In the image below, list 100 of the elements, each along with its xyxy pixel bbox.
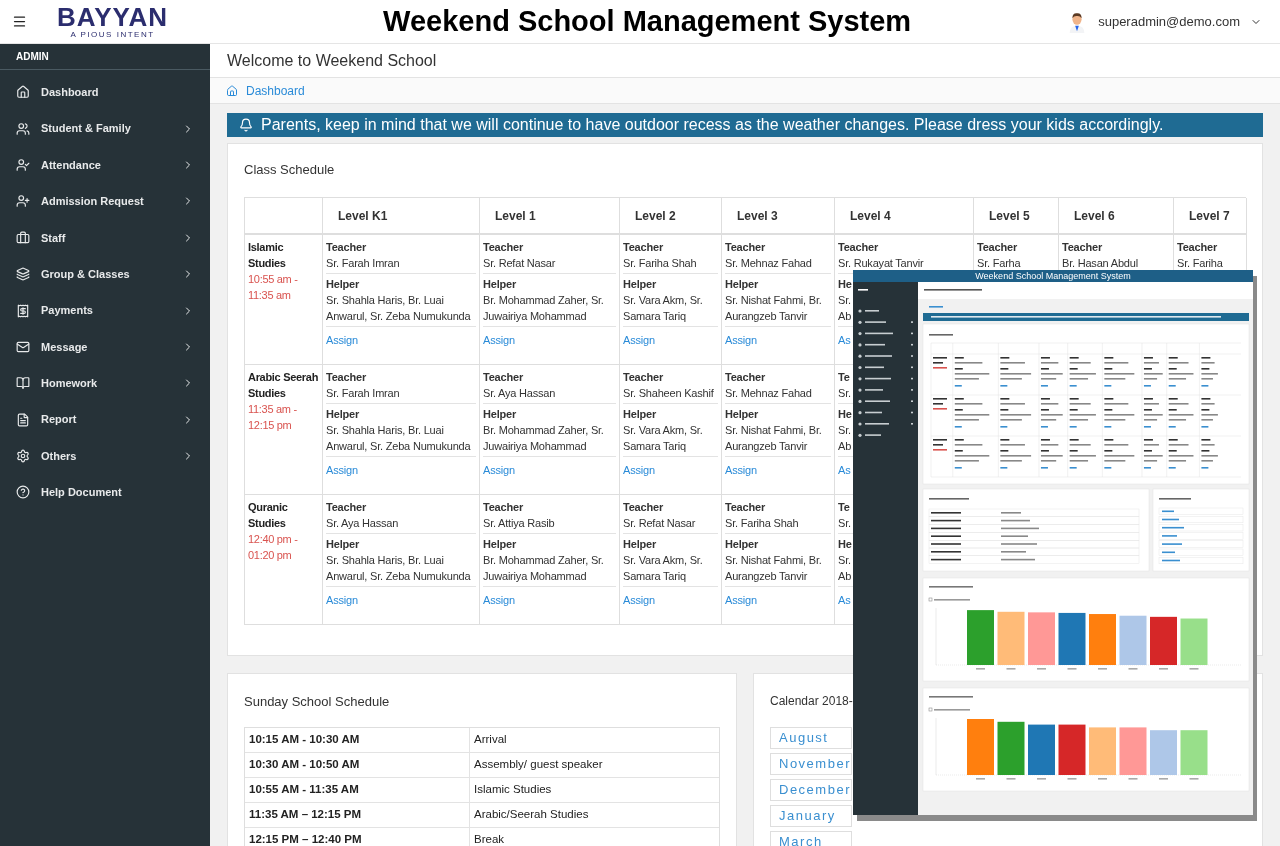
helper-names: Anwarul, Sr. Zeba Numukunda bbox=[326, 439, 472, 454]
teacher-name: Sr. Fariha Shah bbox=[623, 256, 698, 271]
schedule-activity: Break bbox=[473, 832, 506, 846]
sidebar-item-label: Student & Family bbox=[41, 121, 132, 137]
sidebar-item[interactable]: Report bbox=[0, 401, 210, 438]
column-header: Level 3 bbox=[722, 198, 835, 235]
user-menu[interactable]: superadmin@demo.com bbox=[1066, 9, 1262, 34]
sidebar-item-label: Message bbox=[41, 339, 89, 355]
sidebar-item-label: Homework bbox=[41, 376, 99, 392]
calendar-month[interactable]: November bbox=[770, 753, 852, 775]
card-title: Calendar 2018- bbox=[770, 693, 853, 710]
person-plus-icon bbox=[16, 194, 30, 209]
app-title: Weekend School Management System bbox=[975, 271, 1131, 281]
helper-names: Samara Tariq bbox=[623, 439, 687, 454]
column-header: Level 5 bbox=[974, 198, 1059, 235]
sidebar-item-label: Staff bbox=[41, 230, 67, 246]
teacher-label: Teacher bbox=[326, 500, 367, 515]
helper-label: Helper bbox=[326, 537, 361, 552]
helper-names: Samara Tariq bbox=[623, 309, 687, 324]
home-icon bbox=[226, 84, 238, 97]
assign-link[interactable]: Assign bbox=[483, 332, 515, 348]
sidebar-item[interactable]: Message bbox=[0, 328, 210, 366]
helper-names: Sr. Shahla Haris, Br. Luai bbox=[326, 293, 445, 308]
teacher-label: Te bbox=[838, 370, 851, 385]
class-time: 12:40 pm - bbox=[248, 532, 299, 547]
sidebar-item[interactable]: Dashboard bbox=[0, 74, 210, 111]
teacher-label: Teacher bbox=[725, 240, 766, 255]
subject-name: Studies bbox=[248, 386, 287, 401]
sidebar-item[interactable]: Others bbox=[0, 437, 210, 475]
teacher-name: Sr. Refat Nasar bbox=[623, 516, 697, 531]
helper-names: Sr. Shahla Haris, Br. Luai bbox=[326, 423, 445, 438]
assign-link[interactable]: Assign bbox=[483, 462, 515, 478]
assign-link[interactable]: Assign bbox=[326, 332, 358, 348]
sidebar-item[interactable]: Help Document bbox=[0, 474, 210, 511]
assign-link[interactable]: Assign bbox=[483, 592, 515, 608]
teacher-name: Sr. Farah Imran bbox=[326, 386, 401, 401]
teacher-label: Teacher bbox=[623, 500, 664, 515]
sidebar-item[interactable]: Homework bbox=[0, 365, 210, 402]
teacher-label: Teacher bbox=[623, 240, 664, 255]
helper-names: Juwairiya Mohammad bbox=[483, 569, 588, 584]
helper-names: Br. Mohammad Zaher, Sr. bbox=[483, 553, 605, 568]
assign-link[interactable]: Assign bbox=[326, 592, 358, 608]
class-time: 10:55 am - bbox=[248, 272, 299, 287]
teacher-name: Sr. Aya Hassan bbox=[326, 516, 400, 531]
helper-names: Ab bbox=[838, 309, 853, 324]
sidebar-item-label: Payments bbox=[41, 303, 94, 319]
sidebar-item[interactable]: Group & Classes bbox=[0, 255, 210, 293]
assign-link[interactable]: As bbox=[838, 462, 851, 478]
assign-link[interactable]: As bbox=[838, 592, 851, 608]
assign-link[interactable]: Assign bbox=[623, 462, 655, 478]
helper-names: Aurangzeb Tanvir bbox=[725, 439, 809, 454]
helper-names: Ab bbox=[838, 439, 853, 454]
sidebar-item[interactable]: Admission Request bbox=[0, 183, 210, 220]
teacher-label: Teacher bbox=[725, 500, 766, 515]
helper-names: Ab bbox=[838, 569, 853, 584]
helper-label: Helper bbox=[725, 407, 760, 422]
calendar-month[interactable]: December bbox=[770, 779, 852, 801]
subject-name: Arabic Seerah bbox=[248, 370, 320, 385]
schedule-activity: Islamic Studies bbox=[473, 782, 553, 798]
page-title: Welcome to Weekend School bbox=[227, 50, 437, 71]
helper-label: He bbox=[838, 407, 853, 422]
class-time: 01:20 pm bbox=[248, 548, 293, 563]
helper-names: Aurangzeb Tanvir bbox=[725, 309, 809, 324]
teacher-label: Teacher bbox=[1177, 240, 1218, 255]
assign-link[interactable]: Assign bbox=[725, 332, 757, 348]
teacher-label: Teacher bbox=[838, 240, 879, 255]
assign-link[interactable]: Assign bbox=[326, 462, 358, 478]
assign-link[interactable]: Assign bbox=[623, 332, 655, 348]
assign-link[interactable]: Assign bbox=[725, 592, 757, 608]
assign-link[interactable]: As bbox=[838, 332, 851, 348]
column-header: Level K1 bbox=[323, 198, 480, 235]
subject-name: Studies bbox=[248, 256, 287, 271]
helper-names: Sr. Nishat Fahmi, Br. bbox=[725, 553, 823, 568]
menu-icon[interactable] bbox=[12, 14, 27, 29]
sidebar-item[interactable]: Attendance bbox=[0, 146, 210, 184]
class-time: 12:15 pm bbox=[248, 418, 293, 433]
calendar-month[interactable]: January bbox=[770, 805, 852, 827]
receipt-icon bbox=[16, 303, 30, 318]
helper-label: He bbox=[838, 537, 853, 552]
teacher-name: Sr. Fariha bbox=[1177, 256, 1224, 271]
schedule-time: 10:55 AM - 11:35 AM bbox=[245, 778, 470, 802]
sidebar-item[interactable]: Staff bbox=[0, 219, 210, 256]
assign-link[interactable]: Assign bbox=[725, 462, 757, 478]
class-time: 11:35 am bbox=[248, 288, 292, 303]
teacher-label: Teacher bbox=[326, 370, 367, 385]
breadcrumb-link[interactable]: Dashboard bbox=[246, 81, 305, 100]
sidebar-item[interactable]: Payments bbox=[0, 292, 210, 329]
settings-icon bbox=[16, 449, 30, 464]
sidebar-item[interactable]: Student & Family bbox=[0, 110, 210, 147]
calendar-month[interactable]: March bbox=[770, 831, 852, 846]
helper-names: Sr. Vara Akm, Sr. bbox=[623, 293, 704, 308]
helper-names: Sr. Shahla Haris, Br. Luai bbox=[326, 553, 445, 568]
helper-names: Sr. bbox=[838, 293, 852, 308]
schedule-time: 10:15 AM - 10:30 AM bbox=[245, 728, 470, 752]
card-title: Sunday School Schedule bbox=[244, 693, 391, 710]
calendar-month[interactable]: August bbox=[770, 727, 852, 749]
teacher-label: Teacher bbox=[977, 240, 1018, 255]
helper-label: Helper bbox=[623, 277, 658, 292]
assign-link[interactable]: Assign bbox=[623, 592, 655, 608]
teacher-name: Sr. Aya Hassan bbox=[483, 386, 557, 401]
